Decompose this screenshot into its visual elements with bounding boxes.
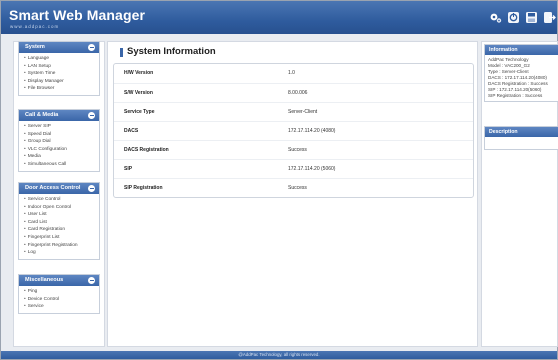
menu-item-service-control[interactable]: Service Control [24,196,99,204]
row-value: 172.17.114.20 (4080) [288,128,336,134]
menu-item-user-list[interactable]: User List [24,211,99,219]
menu-group-door-access-control: Door Access Control Service Control Indo… [18,182,100,260]
menu-item-media[interactable]: Media [24,153,99,161]
menu-item-server-sip[interactable]: Server SIP [24,123,99,131]
row-value: Success [288,147,307,153]
collapse-icon[interactable] [88,44,95,51]
menu-group-title: Door Access Control [25,185,81,191]
row-value: Success [288,185,307,191]
information-panel: Information AddPac Technology Model : VA… [484,44,558,102]
menu-item-lan-setup[interactable]: LAN Setup [24,63,99,71]
menu-group-system: System Language LAN Setup System Time Di… [18,41,100,96]
settings-icon[interactable] [489,11,502,24]
menu-item-file-browser[interactable]: File Browser [24,85,99,93]
menu-item-language[interactable]: Language [24,55,99,63]
main-content: System Information H/W Version 1.0 S/W V… [107,41,478,347]
table-row: DACS 172.17.114.20 (4080) [114,121,473,140]
table-row: S/W Version 8.00.006 [114,83,473,102]
row-label: DACS Registration [124,147,169,153]
menu-group-call-media: Call & Media Server SIP Speed Dial Group… [18,109,100,172]
row-value: 172.17.114.20 (5060) [288,166,336,172]
description-panel-title: Description [485,127,558,137]
row-label: H/W Version [124,70,154,76]
footer-bar: @AddPac Technology, all rights reserved. [1,351,557,359]
menu-group-header[interactable]: System [19,42,99,53]
menu-item-speed-dial[interactable]: Speed Dial [24,131,99,139]
system-info-table: H/W Version 1.0 S/W Version 8.00.006 Ser… [113,63,474,198]
table-row: SIP Registration Success [114,178,473,197]
description-panel: Description [484,126,558,150]
title-accent-bar [120,48,123,57]
collapse-icon[interactable] [88,112,95,119]
menu-item-ping[interactable]: Ping [24,288,99,296]
brand-title: Smart Web Manager [9,7,146,23]
menu-item-vlc-configuration[interactable]: VLC Configuration [24,146,99,154]
menu-item-fingerprint-registration[interactable]: Fingerprint Registration [24,242,99,250]
collapse-icon[interactable] [88,277,95,284]
menu-group-header[interactable]: Call & Media [19,110,99,121]
row-label: Service Type [124,109,155,115]
copyright-text: @AddPac Technology, all rights reserved. [238,352,320,357]
collapse-icon[interactable] [88,185,95,192]
info-line: SIP Registration : Success [488,93,543,98]
menu-item-fingerprint-list[interactable]: Fingerprint List [24,234,99,242]
information-panel-title: Information [485,45,558,55]
menu-item-display-manager[interactable]: Display Manager [24,78,99,86]
menu-item-indoor-open-control[interactable]: Indoor Open Control [24,204,99,212]
table-row: DACS Registration Success [114,140,473,159]
row-label: DACS [124,128,139,134]
menu-group-header[interactable]: Miscellaneous [19,275,99,286]
right-column: Information AddPac Technology Model : VA… [481,41,558,347]
menu-item-service[interactable]: Service [24,303,99,311]
menu-item-card-registration[interactable]: Card Registration [24,226,99,234]
menu-group-miscellaneous: Miscellaneous Ping Device Control Servic… [18,274,100,314]
page-title: System Information [127,46,216,57]
logout-icon[interactable] [543,11,556,24]
menu-item-card-list[interactable]: Card List [24,219,99,227]
row-value: 8.00.006 [288,90,308,96]
table-row: Service Type Server-Client [114,102,473,121]
row-label: SIP [124,166,133,172]
menu-item-simultaneous-call[interactable]: Simultaneous Call [24,161,99,169]
menu-group-header[interactable]: Door Access Control [19,183,99,194]
table-row: H/W Version 1.0 [114,64,473,83]
menu-group-title: System [25,44,45,50]
row-value: 1.0 [288,70,295,76]
menu-item-device-control[interactable]: Device Control [24,296,99,304]
save-icon[interactable] [525,11,538,24]
row-label: SIP Registration [124,185,163,191]
menu-item-group-dial[interactable]: Group Dial [24,138,99,146]
table-row: SIP 172.17.114.20 (5060) [114,159,473,178]
reboot-icon[interactable] [507,11,520,24]
menu-item-system-time[interactable]: System Time [24,70,99,78]
menu-group-title: Miscellaneous [25,277,64,283]
row-label: S/W Version [124,90,153,96]
header-bar: Smart Web Manager www.addpac.com [1,1,557,34]
menu-item-log[interactable]: Log [24,249,99,257]
menu-group-title: Call & Media [25,112,59,118]
brand-subtitle: www.addpac.com [10,24,60,29]
row-value: Server-Client [288,109,318,115]
